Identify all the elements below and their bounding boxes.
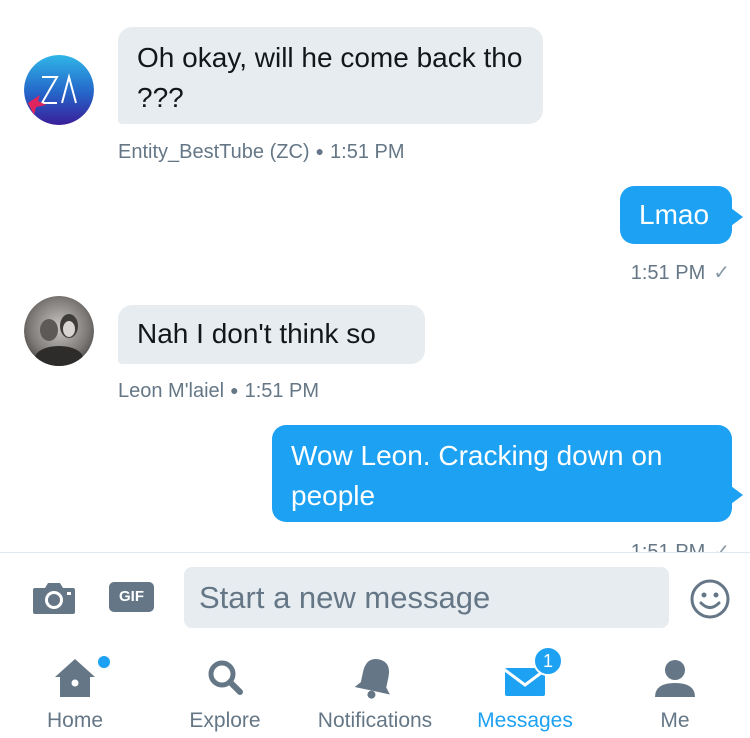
message-text: Oh okay, will he come back tho ???	[137, 42, 523, 113]
message-text: Lmao	[639, 199, 710, 230]
unread-badge: 1	[533, 646, 563, 676]
separator-dot: ●	[315, 143, 325, 159]
bubble-tail	[731, 208, 743, 226]
message-text: Wow Leon. Cracking down on people	[291, 440, 663, 511]
tab-bar: Home Explore Notifications 1 Messages Me	[0, 643, 750, 738]
tab-explore[interactable]: Explore	[150, 643, 300, 738]
notification-dot	[98, 656, 110, 668]
separator-dot: ●	[230, 382, 239, 398]
message-bubble-outgoing[interactable]: Wow Leon. Cracking down on people	[272, 425, 732, 522]
envelope-icon	[504, 668, 546, 696]
bubble-tail	[731, 486, 743, 504]
tab-home[interactable]: Home	[0, 643, 150, 738]
sender-name[interactable]: Leon M'laiel	[118, 380, 224, 402]
camera-icon[interactable]	[31, 580, 77, 616]
tab-label: Me	[660, 709, 690, 732]
checkmark-icon: ✓	[713, 262, 730, 284]
avatar[interactable]	[24, 296, 94, 366]
home-icon	[55, 659, 95, 697]
message-meta: 1:51 PM ✓	[631, 539, 730, 553]
message-bubble-outgoing[interactable]: Lmao	[620, 186, 732, 244]
avatar-logo-image	[24, 55, 94, 125]
emoji-icon[interactable]	[689, 578, 731, 620]
message-bubble-incoming[interactable]: Oh okay, will he come back tho ???	[118, 27, 543, 124]
message-meta: 1:51 PM ✓	[631, 260, 730, 285]
bell-icon	[354, 659, 390, 699]
message-time: 1:51 PM	[330, 141, 405, 163]
avatar-photo-image	[24, 296, 94, 366]
message-meta: Leon M'laiel ● 1:51 PM	[118, 380, 319, 403]
search-icon	[208, 660, 243, 695]
gif-button[interactable]: GIF	[109, 582, 154, 612]
tab-notifications[interactable]: Notifications	[300, 643, 450, 738]
tab-messages[interactable]: 1 Messages	[450, 643, 600, 738]
message-time: 1:51 PM	[244, 380, 320, 402]
message-bubble-incoming[interactable]: Nah I don't think so	[118, 305, 425, 364]
message-thread[interactable]: Oh okay, will he come back tho ??? Entit…	[0, 0, 750, 553]
message-text: Nah I don't think so	[137, 318, 376, 349]
avatar[interactable]	[24, 55, 94, 125]
person-icon	[655, 660, 695, 697]
tab-label: Home	[46, 709, 104, 732]
message-time: 1:51 PM	[630, 262, 706, 284]
message-meta: Entity_BestTube (ZC) ● 1:51 PM	[118, 141, 405, 164]
tab-label: Explore	[189, 709, 261, 732]
message-input[interactable]	[184, 567, 669, 628]
sender-name[interactable]: Entity_BestTube (ZC)	[118, 141, 310, 163]
tab-me[interactable]: Me	[600, 643, 750, 738]
tab-label: Messages	[477, 709, 573, 732]
tab-label: Notifications	[317, 709, 433, 732]
